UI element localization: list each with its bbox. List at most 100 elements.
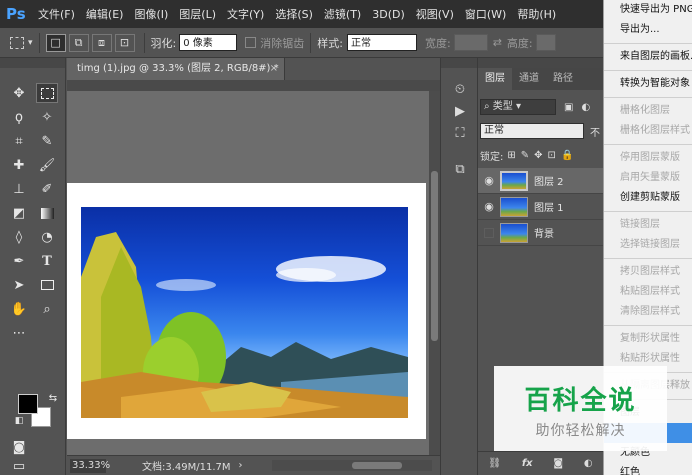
document-tab[interactable]: timg (1).jpg @ 33.3% (图层 2, RGB/8#) * × [67, 58, 285, 80]
add-selection-icon[interactable]: ⧉ [68, 33, 89, 52]
type-tool-icon[interactable]: T [36, 251, 58, 271]
layer-row[interactable]: ◉ 图层 1 [478, 194, 603, 220]
filter-row: ⌕ 类型 ▾ ▣ ◐ [480, 98, 590, 116]
layer-name: 图层 2 [534, 177, 564, 188]
context-menu-item[interactable]: 创建剪贴蒙版 [604, 188, 692, 208]
feather-input[interactable]: 0 像素 [179, 34, 238, 51]
context-menu-item[interactable]: 导出为... [604, 20, 692, 40]
vertical-scroll-thumb[interactable] [431, 171, 438, 341]
chevron-down-icon[interactable]: ▾ [28, 38, 33, 48]
crop-tool-icon[interactable]: ⌗ [8, 131, 30, 151]
vertical-scrollbar[interactable] [429, 91, 440, 455]
default-colors-icon[interactable]: ◧ [8, 411, 30, 431]
eraser-tool-icon[interactable]: ◩ [8, 203, 30, 223]
healing-brush-icon[interactable]: ✚ [8, 155, 30, 175]
move-tool-icon[interactable]: ✥ [8, 83, 30, 103]
pen-tool-icon[interactable]: ✒ [8, 251, 30, 271]
swap-colors-icon[interactable]: ⇆ [42, 388, 64, 408]
watermark-subtitle: 助你轻松解决 [535, 423, 626, 439]
dodge-tool-icon[interactable]: ◔ [36, 227, 58, 247]
subtract-selection-icon[interactable]: ⧈ [91, 33, 112, 52]
tab-paths[interactable]: 路径 [546, 68, 580, 90]
image-filter-icon[interactable]: ▣ [564, 102, 573, 113]
layer-row[interactable]: ◉ 图层 2 [478, 168, 603, 194]
layers-grip[interactable] [478, 58, 603, 68]
stamp-tool-icon[interactable]: ⊥ [8, 179, 30, 199]
menu-help[interactable]: 帮助(H) [517, 6, 556, 22]
quick-mask-icon[interactable]: ◙ [8, 437, 30, 457]
lock-pixels-icon[interactable]: ⊞ [507, 150, 515, 161]
menu-3d[interactable]: 3D(D) [372, 8, 405, 21]
menu-edit[interactable]: 编辑(E) [86, 6, 124, 22]
rectangle-tool-icon[interactable] [36, 275, 58, 295]
3d-panel-icon[interactable]: ⛶ [450, 126, 470, 144]
history-brush-icon[interactable]: ✐ [36, 179, 58, 199]
horizontal-scroll-thumb[interactable] [352, 462, 402, 469]
adjustment-layer-icon[interactable]: ◐ [584, 458, 593, 469]
gradient-tool-icon[interactable] [36, 203, 58, 223]
actions-play-icon[interactable]: ▶ [450, 104, 470, 122]
menu-image[interactable]: 图像(I) [134, 6, 168, 22]
magic-wand-icon[interactable]: ✧ [36, 107, 58, 127]
layer-thumbnail [500, 170, 528, 191]
canvas[interactable] [67, 183, 426, 439]
eye-icon[interactable]: ◉ [478, 174, 500, 187]
menu-window[interactable]: 窗口(W) [465, 6, 506, 22]
more-tools-icon[interactable]: ⋯ [8, 323, 30, 343]
lock-artboard-icon[interactable]: ⊡ [548, 150, 556, 161]
fx-button[interactable]: fx [522, 458, 533, 469]
path-select-icon[interactable]: ➤ [8, 275, 30, 295]
intersect-selection-icon[interactable]: ⊡ [114, 33, 135, 52]
add-mask-icon[interactable]: ◙ [553, 458, 563, 469]
new-selection-icon[interactable]: □ [45, 33, 66, 52]
antialias-checkbox[interactable] [245, 37, 257, 48]
tab-channels[interactable]: 通道 [512, 68, 546, 90]
marquee-tool-icon[interactable] [36, 83, 58, 103]
ruler [67, 80, 440, 91]
lasso-tool-icon[interactable]: ϙ [8, 107, 30, 127]
menu-file[interactable]: 文件(F) [38, 6, 75, 22]
zoom-tool-icon[interactable]: ⌕ [36, 299, 58, 319]
blur-tool-icon[interactable]: ◊ [8, 227, 30, 247]
icon-strip-grip[interactable] [441, 58, 477, 68]
menu-type[interactable]: 文字(Y) [227, 6, 264, 22]
brush-tool-icon[interactable]: 🖌 [36, 155, 58, 175]
context-menu-item[interactable]: 来自图层的画板... [604, 47, 692, 67]
lock-position-icon[interactable]: ✥ [534, 150, 542, 161]
link-layers-icon[interactable]: ⛓ [488, 458, 501, 469]
context-menu-item[interactable]: 转换为智能对象 [604, 74, 692, 94]
filter-kind-label: 类型 [492, 101, 513, 112]
eye-icon[interactable]: ◉ [478, 200, 500, 213]
blend-mode-select[interactable]: 正常 [480, 123, 584, 139]
properties-panel-icon[interactable]: ⧉ [450, 162, 470, 180]
menu-view[interactable]: 视图(V) [416, 6, 454, 22]
lock-all-icon[interactable]: 🔒 [561, 150, 573, 161]
history-panel-icon[interactable]: ⏲ [450, 82, 470, 100]
filter-kind-select[interactable]: ⌕ 类型 ▾ [480, 99, 556, 115]
marquee-preset-icon[interactable] [10, 36, 24, 49]
lock-paint-icon[interactable]: ✎ [521, 150, 529, 161]
context-menu-item[interactable]: 快速导出为 PNG [604, 0, 692, 20]
layer-row[interactable]: 背景 [478, 220, 603, 246]
adjust-filter-icon[interactable]: ◐ [581, 102, 590, 113]
hand-tool-icon[interactable]: ✋ [8, 299, 30, 319]
menu-filter[interactable]: 滤镜(T) [324, 6, 361, 22]
menu-separator [604, 70, 692, 71]
tab-layers[interactable]: 图层 [478, 68, 512, 90]
zoom-field[interactable]: 33.33% [70, 458, 110, 473]
horizontal-scrollbar[interactable] [272, 460, 432, 471]
screen-mode-icon[interactable]: ▭ [8, 459, 30, 474]
document-tab-title: timg (1).jpg @ 33.3% (图层 2, RGB/8#) * [77, 63, 279, 74]
layer-thumbnail [500, 196, 528, 217]
visibility-toggle[interactable] [484, 227, 494, 238]
eyedropper-icon[interactable]: ✎ [36, 131, 58, 151]
style-label: 样式: [317, 36, 343, 50]
close-icon[interactable]: × [270, 58, 278, 80]
menu-select[interactable]: 选择(S) [275, 6, 313, 22]
context-menu-item: 停用图层蒙版 [620, 152, 680, 163]
status-chevron-icon[interactable]: › [239, 460, 243, 471]
toolbox-grip[interactable] [0, 58, 65, 68]
menu-layer[interactable]: 图层(L) [179, 6, 216, 22]
style-select[interactable]: 正常 [346, 34, 417, 51]
context-menu-item[interactable]: 红色 [604, 463, 692, 475]
